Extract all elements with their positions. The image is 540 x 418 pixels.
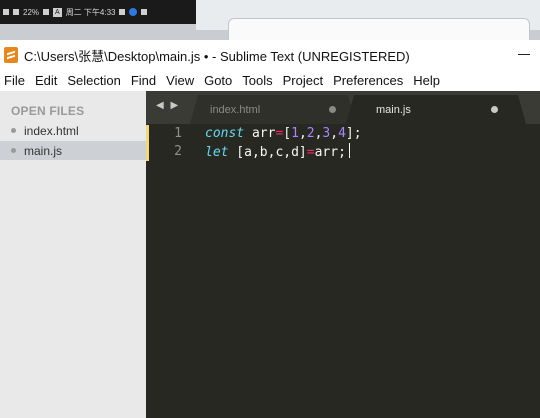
sublime-logo-icon — [4, 47, 18, 63]
sidebar-file-main-js[interactable]: main.js — [0, 141, 146, 160]
wifi-icon — [3, 9, 9, 15]
line-number: 1 — [174, 126, 182, 141]
window-title: C:\Users\张慧\Desktop\main.js • - Sublime … — [24, 48, 410, 64]
menu-file[interactable]: File — [2, 73, 31, 88]
file-dot-icon — [11, 128, 16, 133]
line-number: 2 — [174, 144, 182, 159]
code-token: , — [330, 126, 339, 141]
search-icon — [119, 9, 126, 15]
code-token: 4 — [338, 126, 346, 141]
menu-list-icon — [141, 9, 148, 15]
menu-tools[interactable]: Tools — [240, 73, 278, 88]
code-editor[interactable]: 1 const arr=[1,2,3,4]; 2 let [a,b,c,d]=a… — [146, 124, 540, 418]
sidebar-file-label: main.js — [24, 143, 63, 158]
code-token: , — [298, 126, 307, 141]
code-text[interactable]: let [a,b,c,d]=arr; — [205, 143, 350, 162]
menu-goto[interactable]: Goto — [202, 73, 238, 88]
menu-view[interactable]: View — [164, 73, 200, 88]
unsaved-dot-icon[interactable] — [491, 106, 498, 113]
tab-nav-arrows-icon[interactable]: ◀ ▶ — [156, 100, 180, 111]
code-token: 1 — [291, 126, 299, 141]
title-bar[interactable]: C:\Users\张慧\Desktop\main.js • - Sublime … — [0, 40, 540, 70]
menu-edit[interactable]: Edit — [33, 73, 63, 88]
tab-index-html[interactable]: index.html — [190, 95, 356, 124]
code-token: [ — [283, 126, 292, 141]
input-method-badge: A — [53, 7, 62, 17]
code-token: = — [306, 145, 315, 160]
menu-selection[interactable]: Selection — [65, 73, 126, 88]
siri-icon — [129, 8, 138, 16]
code-token: let — [205, 145, 229, 160]
menu-find[interactable]: Find — [129, 73, 162, 88]
file-dot-icon — [11, 148, 16, 153]
code-line-1[interactable]: 1 const arr=[1,2,3,4]; — [146, 125, 540, 143]
code-line-2[interactable]: 2 let [a,b,c,d]=arr; — [146, 143, 540, 161]
open-files-header: OPEN FILES — [11, 104, 85, 118]
battery-percent: 22% — [23, 7, 40, 17]
menu-preferences[interactable]: Preferences — [331, 73, 409, 88]
tab-label: index.html — [210, 103, 261, 116]
menu-project[interactable]: Project — [281, 73, 329, 88]
menu-help[interactable]: Help — [411, 73, 446, 88]
sublime-window: C:\Users\张慧\Desktop\main.js • - Sublime … — [0, 40, 540, 418]
tab-label: main.js — [376, 103, 411, 116]
code-token: 2 — [306, 126, 315, 141]
battery-icon — [43, 9, 50, 15]
volume-icon — [13, 9, 19, 15]
os-status-bar: 22% A 周二 下午4:33 — [0, 0, 196, 24]
sidebar: OPEN FILES index.html main.js — [0, 91, 146, 418]
code-token: ]; — [345, 126, 362, 141]
unsaved-dot-icon[interactable] — [329, 106, 336, 113]
menu-bar: File Edit Selection Find View Goto Tools… — [0, 70, 540, 91]
code-token: const — [205, 126, 245, 141]
minimize-button[interactable] — [518, 54, 530, 55]
code-text[interactable]: const arr=[1,2,3,4]; — [205, 125, 362, 143]
tab-main-js[interactable]: main.js — [346, 95, 526, 124]
sidebar-file-index-html[interactable]: index.html — [0, 121, 146, 140]
code-token: arr — [244, 126, 276, 141]
code-token: arr; — [314, 145, 346, 160]
clock: 周二 下午4:33 — [65, 7, 116, 17]
tab-bar: ◀ ▶ index.html main.js — [146, 91, 540, 124]
code-token: [a,b,c,d] — [228, 145, 307, 160]
sidebar-file-label: index.html — [24, 123, 79, 138]
text-caret — [348, 143, 350, 158]
